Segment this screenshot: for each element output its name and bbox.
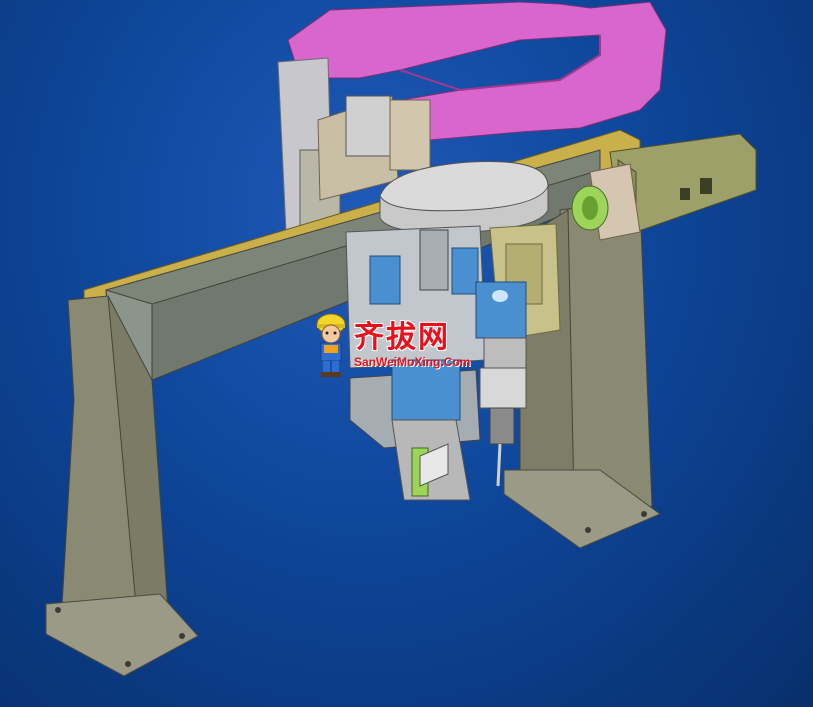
left-foot: [45, 593, 199, 677]
cad-viewport[interactable]: 齐拔网 SanWeiMoXing.Com: [0, 0, 813, 707]
builder-mascot-icon: [316, 313, 346, 377]
watermark-url: SanWeiMoXing.Com: [354, 355, 471, 369]
watermark-title: 齐拔网: [354, 320, 450, 355]
watermark: 齐拔网 SanWeiMoXing.Com: [314, 312, 470, 378]
